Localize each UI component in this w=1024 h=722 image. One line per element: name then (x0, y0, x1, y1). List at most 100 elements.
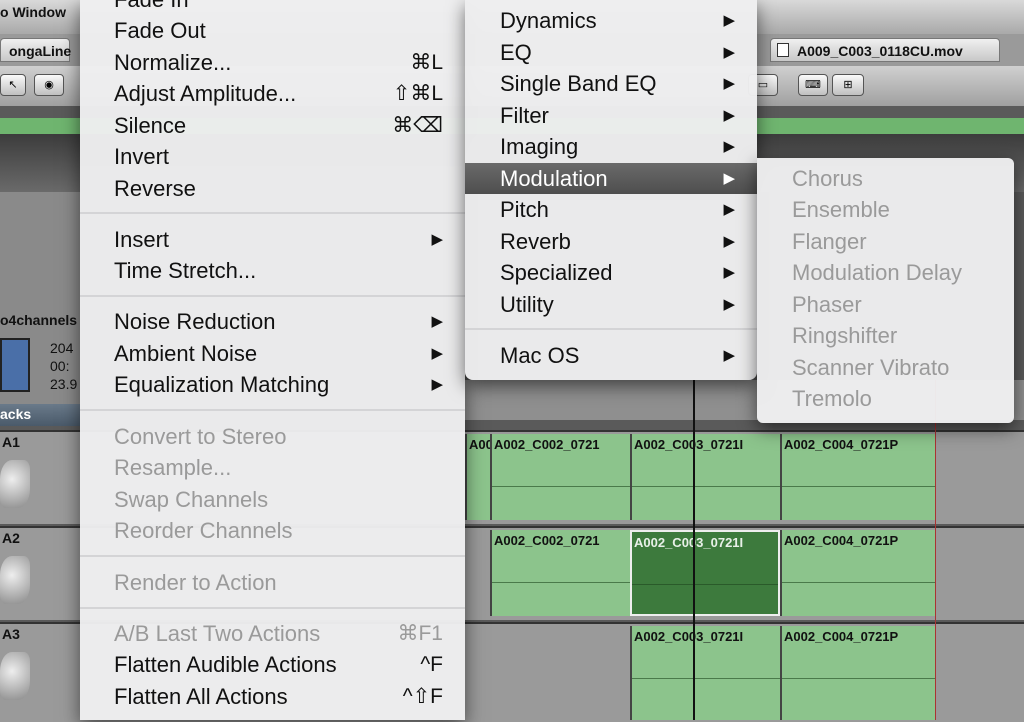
speaker-icon[interactable] (0, 652, 30, 700)
menu-item-flatten-all-actions[interactable]: Flatten All Actions ^⇧F (80, 681, 465, 712)
tab-clip-file-label: A009_C003_0118CU.mov (797, 43, 963, 59)
clip-a2-1[interactable]: A002_C002_0721 (490, 530, 630, 616)
file-meta-1: 204 (50, 340, 74, 356)
submenu-arrow-icon: ▶ (723, 201, 735, 218)
menu-item-ringshifter[interactable]: Ringshifter (757, 320, 1014, 351)
tracks-header-label: acks (0, 406, 32, 422)
submenu-arrow-icon: ▶ (431, 376, 443, 393)
tab-clip-file[interactable]: A009_C003_0118CU.mov (770, 38, 1000, 62)
menu-item-single-band-eq[interactable]: Single Band EQ ▶ (465, 68, 757, 99)
submenu-arrow-icon: ▶ (431, 345, 443, 362)
menu-item-equalization-matching[interactable]: Equalization Matching ▶ (80, 369, 465, 400)
menu-item-filter[interactable]: Filter ▶ (465, 100, 757, 131)
speaker-icon[interactable] (0, 460, 30, 508)
menu-separator (80, 409, 465, 411)
menu-item-flanger[interactable]: Flanger (757, 226, 1014, 257)
menu-item-resample[interactable]: Resample... (80, 452, 465, 483)
menu-item-chorus[interactable]: Chorus (757, 163, 1014, 194)
menu-item-swap-channels[interactable]: Swap Channels (80, 484, 465, 515)
menu-item-utility[interactable]: Utility ▶ (465, 289, 757, 320)
shortcut-label: ⌘⌫ (392, 114, 443, 137)
submenu-arrow-icon: ▶ (723, 107, 735, 124)
menu-item-modulation[interactable]: Modulation ▶ (465, 163, 757, 194)
process-menu: Fade In Fade Out Normalize...⌘L Adjust A… (80, 0, 465, 720)
menu-item-ambient-noise[interactable]: Ambient Noise ▶ (80, 338, 465, 369)
speaker-icon[interactable] (0, 556, 30, 604)
submenu-arrow-icon: ▶ (723, 296, 735, 313)
menu-item-fade-in[interactable]: Fade In (80, 0, 465, 15)
menu-item-noise-reduction[interactable]: Noise Reduction ▶ (80, 306, 465, 337)
menu-item-normalize[interactable]: Normalize... ⌘L (80, 47, 465, 78)
menu-item-phaser[interactable]: Phaser (757, 289, 1014, 320)
menu-item-modulation-delay[interactable]: Modulation Delay (757, 257, 1014, 288)
menu-item-reverse[interactable]: Reverse (80, 173, 465, 204)
menu-item-scanner-vibrato[interactable]: Scanner Vibrato (757, 352, 1014, 383)
menu-item-ensemble[interactable]: Ensemble (757, 194, 1014, 225)
menu-separator (80, 212, 465, 214)
menu-item-reverb[interactable]: Reverb ▶ (465, 226, 757, 257)
menu-item-fade-out[interactable]: Fade Out (80, 15, 465, 46)
record-tool-icon[interactable]: ◉ (34, 74, 64, 96)
modulation-submenu: Chorus Ensemble Flanger Modulation Delay… (757, 158, 1014, 423)
clip-a3-2[interactable]: A002_C004_0721P (780, 626, 935, 720)
submenu-arrow-icon: ▶ (431, 231, 443, 248)
tab-project[interactable]: ongaLine (i (0, 38, 71, 83)
file-meta-3: 23.9 (50, 376, 78, 392)
clip-a1-1[interactable]: A002_C002_0721 (490, 434, 630, 520)
menu-item-eq[interactable]: EQ ▶ (465, 37, 757, 68)
track-a3-label: A3 (2, 626, 20, 642)
film-icon (0, 338, 30, 392)
effects-submenu: Dynamics ▶ EQ ▶ Single Band EQ ▶ Filter ▶ Im… (465, 0, 757, 380)
menu-item-reorder-channels[interactable]: Reorder Channels (80, 515, 465, 546)
track-a1-label: A1 (2, 434, 20, 450)
clip-a2-2-selected[interactable]: A002_C003_0721I (630, 530, 780, 616)
shortcut-label: ⌘L (410, 51, 443, 74)
menu-item-flatten-audible-actions[interactable]: Flatten Audible Actions ^F (80, 649, 465, 680)
menu-item-silence[interactable]: Silence ⌘⌫ (80, 110, 465, 141)
menu-item-imaging[interactable]: Imaging ▶ (465, 131, 757, 162)
keyboard-icon[interactable]: ⌨ (798, 74, 828, 96)
menu-item-mac-os[interactable]: Mac OS ▶ (465, 340, 757, 371)
submenu-arrow-icon: ▶ (723, 44, 735, 61)
clip-a2-3[interactable]: A002_C004_0721P (780, 530, 935, 616)
menu-item-pitch[interactable]: Pitch ▶ (465, 194, 757, 225)
menu-item-ab-last-two-actions[interactable]: A/B Last Two Actions ⌘F1 (80, 618, 465, 649)
menu-separator (465, 328, 757, 330)
shortcut-label: ⇧⌘L (392, 82, 443, 105)
menu-separator (80, 555, 465, 557)
menu-separator (80, 295, 465, 297)
clip-a3-1[interactable]: A002_C003_0721I (630, 626, 780, 720)
end-marker (935, 380, 936, 720)
arrow-tool-icon[interactable]: ↖ (0, 74, 26, 96)
window-menu-title[interactable]: o Window (0, 4, 66, 20)
submenu-arrow-icon: ▶ (723, 264, 735, 281)
submenu-arrow-icon: ▶ (723, 170, 735, 187)
menu-item-specialized[interactable]: Specialized ▶ (465, 257, 757, 288)
shortcut-label: ^F (420, 653, 443, 676)
submenu-arrow-icon: ▶ (431, 313, 443, 330)
clip-a1-0[interactable]: A002_C001_0 (465, 434, 490, 520)
shortcut-label: ^⇧F (402, 685, 443, 708)
menu-item-convert-to-stereo[interactable]: Convert to Stereo (80, 421, 465, 452)
menu-separator (80, 607, 465, 609)
track-a2-label: A2 (2, 530, 20, 546)
layout-icon[interactable]: ⊞ (832, 74, 864, 96)
submenu-arrow-icon: ▶ (723, 347, 735, 364)
submenu-arrow-icon: ▶ (723, 75, 735, 92)
submenu-arrow-icon: ▶ (723, 138, 735, 155)
menu-item-dynamics[interactable]: Dynamics ▶ (465, 5, 757, 36)
shortcut-label: ⌘F1 (397, 622, 443, 645)
menu-item-render-to-action[interactable]: Render to Action (80, 567, 465, 598)
file-meta-2: 00: (50, 358, 70, 374)
menu-item-adjust-amplitude[interactable]: Adjust Amplitude... ⇧⌘L (80, 78, 465, 109)
menu-item-insert[interactable]: Insert ▶ (80, 224, 465, 255)
menu-item-time-stretch[interactable]: Time Stretch... (80, 255, 465, 286)
submenu-arrow-icon: ▶ (723, 233, 735, 250)
menu-item-invert[interactable]: Invert (80, 141, 465, 172)
clip-a1-3[interactable]: A002_C004_0721P (780, 434, 935, 520)
file-icon (777, 43, 789, 57)
clip-a1-2[interactable]: A002_C003_0721I (630, 434, 780, 520)
file-name-label: o4channels (0, 312, 78, 328)
menu-item-tremolo[interactable]: Tremolo (757, 383, 1014, 414)
playhead[interactable] (693, 380, 695, 720)
